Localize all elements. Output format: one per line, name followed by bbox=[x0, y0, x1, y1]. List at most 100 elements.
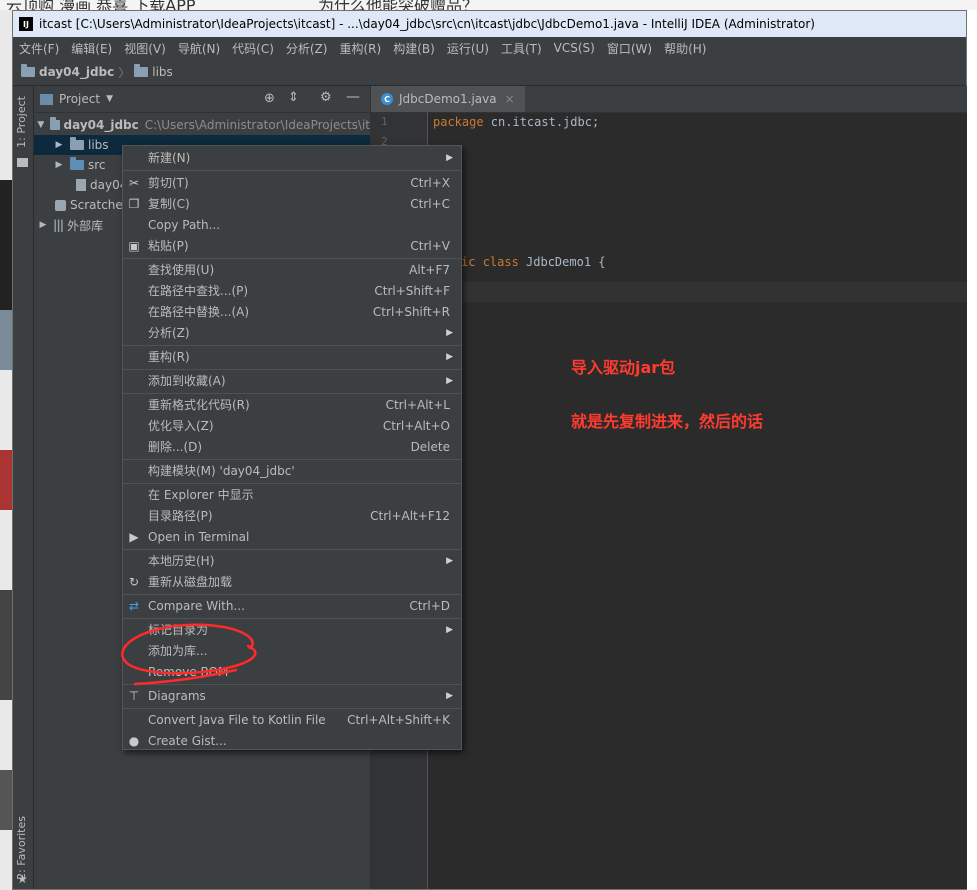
folder-icon bbox=[70, 137, 84, 150]
menu-vcs[interactable]: VCS(S) bbox=[548, 41, 601, 55]
code-keyword: ic bbox=[461, 255, 476, 269]
github-icon: ● bbox=[128, 733, 140, 748]
menu-item-add-to-favorites[interactable]: 添加到收藏(A) ▶ bbox=[123, 370, 461, 391]
submenu-arrow-icon: ▶ bbox=[446, 690, 453, 701]
background-page-header: 云顶购 漫画 恭喜 下载APP 为什么他能突破赠品？ bbox=[0, 0, 977, 10]
menu-refactor[interactable]: 重构(R) bbox=[334, 40, 388, 57]
project-panel-header: Project ▼ ⊕ ⇕ ⚙ — bbox=[34, 86, 370, 113]
menu-item-replace-in-path[interactable]: 在路径中替换...(A) Ctrl+Shift+R bbox=[123, 301, 461, 322]
gear-icon[interactable]: ⚙ bbox=[320, 90, 332, 105]
submenu-arrow-icon: ▶ bbox=[446, 351, 453, 362]
breadcrumb-project[interactable]: day04_jdbc bbox=[39, 65, 114, 79]
cut-icon: ✂ bbox=[128, 175, 140, 190]
menu-item-directory-path[interactable]: 目录路径(P) Ctrl+Alt+F12 bbox=[123, 505, 461, 526]
line-number: 1 bbox=[381, 115, 388, 128]
folder-icon bbox=[17, 158, 28, 167]
menu-tools[interactable]: 工具(T) bbox=[495, 40, 548, 57]
submenu-arrow-icon: ▶ bbox=[446, 152, 453, 163]
menu-item-convert-to-kotlin[interactable]: Convert Java File to Kotlin File Ctrl+Alt… bbox=[123, 709, 461, 730]
breadcrumb: day04_jdbc 〉 libs bbox=[13, 59, 966, 86]
tree-item-label: 外部库 bbox=[67, 218, 104, 233]
menu-build[interactable]: 构建(B) bbox=[387, 40, 441, 57]
breadcrumb-libs[interactable]: libs bbox=[152, 65, 173, 79]
menu-item-cut[interactable]: ✂ 剪切(T) Ctrl+X bbox=[123, 172, 461, 193]
menu-item-create-gist[interactable]: ● Create Gist... bbox=[123, 730, 461, 751]
menu-item-reload-from-disk[interactable]: ↻ 重新从磁盘加载 bbox=[123, 571, 461, 592]
menu-item-refactor[interactable]: 重构(R) ▶ bbox=[123, 346, 461, 367]
background-page-right-edge bbox=[967, 10, 977, 890]
menu-item-remove-bom[interactable]: Remove BOM bbox=[123, 661, 461, 682]
tree-item-label: libs bbox=[88, 138, 109, 152]
collapse-icon[interactable]: ⇕ bbox=[288, 90, 299, 105]
menu-item-find-usages[interactable]: 查找使用(U) Alt+F7 bbox=[123, 259, 461, 280]
menu-item-reformat-code[interactable]: 重新格式化代码(R) Ctrl+Alt+L bbox=[123, 394, 461, 415]
file-icon bbox=[76, 179, 86, 191]
menu-item-delete[interactable]: 删除...(D) Delete bbox=[123, 436, 461, 457]
tree-item-label: Scratche bbox=[70, 198, 123, 212]
menu-item-add-as-library[interactable]: 添加为库... bbox=[123, 640, 461, 661]
code-text: cn.itcast.jdbc; bbox=[483, 115, 600, 129]
chevron-down-icon[interactable]: ▼ bbox=[106, 94, 113, 104]
compare-icon: ⇄ bbox=[128, 598, 140, 613]
submenu-arrow-icon: ▶ bbox=[446, 555, 453, 566]
code-keyword: package bbox=[433, 115, 484, 129]
menu-item-new[interactable]: 新建(N) ▶ bbox=[123, 147, 461, 168]
scratches-icon bbox=[55, 199, 66, 211]
project-view-selector[interactable]: Project bbox=[59, 92, 100, 106]
close-icon[interactable]: × bbox=[505, 92, 515, 106]
menu-window[interactable]: 窗口(W) bbox=[601, 40, 658, 57]
menu-item-analyze[interactable]: 分析(Z) ▶ bbox=[123, 322, 461, 343]
expand-arrow-icon[interactable]: ▶ bbox=[52, 140, 66, 150]
menu-item-copy[interactable]: ❐ 复制(C) Ctrl+C bbox=[123, 193, 461, 214]
menu-item-build-module[interactable]: 构建模块(M) 'day04_jdbc' bbox=[123, 460, 461, 481]
menu-item-diagrams[interactable]: ⊤ Diagrams ▶ bbox=[123, 685, 461, 706]
tree-item-scratches[interactable]: Scratche bbox=[34, 195, 123, 215]
tree-item-project[interactable]: ▼ day04_jdbc C:\Users\Administrator\Idea… bbox=[34, 115, 370, 135]
tree-item-iml[interactable]: day04 bbox=[34, 175, 127, 195]
code-text: JdbcDemo1 { bbox=[518, 255, 606, 269]
menu-run[interactable]: 运行(U) bbox=[441, 40, 495, 57]
project-tool-tab[interactable]: 1: Project bbox=[15, 96, 28, 148]
context-menu: 新建(N) ▶ ✂ 剪切(T) Ctrl+X ❐ 复制(C) Ctrl+C Copy Pa… bbox=[122, 145, 462, 750]
menu-help[interactable]: 帮助(H) bbox=[658, 40, 712, 57]
tree-item-label: day04_jdbc bbox=[63, 118, 139, 132]
menu-file[interactable]: 文件(F) bbox=[13, 40, 65, 57]
menu-item-copy-path[interactable]: Copy Path... bbox=[123, 214, 461, 235]
chevron-right-icon: 〉 bbox=[118, 65, 131, 80]
star-icon: ★ bbox=[17, 872, 28, 886]
menu-item-paste[interactable]: ▣ 粘贴(P) Ctrl+V bbox=[123, 235, 461, 256]
library-icon: ||| bbox=[53, 218, 64, 232]
tree-item-label: src bbox=[88, 158, 106, 172]
editor-tab-jdbcdemo1[interactable]: C JdbcDemo1.java × bbox=[371, 86, 525, 112]
menu-view[interactable]: 视图(V) bbox=[118, 40, 172, 57]
diagram-icon: ⊤ bbox=[128, 688, 140, 703]
editor-tab-label: JdbcDemo1.java bbox=[399, 92, 497, 106]
paste-icon: ▣ bbox=[128, 238, 140, 253]
expand-arrow-icon[interactable]: ▼ bbox=[36, 120, 46, 130]
menu-item-show-in-explorer[interactable]: 在 Explorer 中显示 bbox=[123, 484, 461, 505]
menu-edit[interactable]: 编辑(E) bbox=[65, 40, 118, 57]
menu-analyze[interactable]: 分析(Z) bbox=[280, 40, 334, 57]
menu-item-mark-directory-as[interactable]: 标记目录为 ▶ bbox=[123, 619, 461, 640]
tree-item-external-libraries[interactable]: ▶ ||| 外部库 bbox=[34, 215, 104, 235]
menu-item-open-in-terminal[interactable]: ▶ Open in Terminal bbox=[123, 526, 461, 547]
background-text: 云顶购 漫画 恭喜 下载APP bbox=[6, 0, 196, 10]
menu-item-find-in-path[interactable]: 在路径中查找...(P) Ctrl+Shift+F bbox=[123, 280, 461, 301]
left-tool-strip: 1: Project 2: Favorites ★ bbox=[13, 86, 34, 889]
menu-item-local-history[interactable]: 本地历史(H) ▶ bbox=[123, 550, 461, 571]
expand-arrow-icon[interactable]: ▶ bbox=[36, 220, 50, 230]
caret-row-highlight bbox=[428, 282, 967, 302]
menu-navigate[interactable]: 导航(N) bbox=[172, 40, 226, 57]
favorites-tool-tab[interactable]: 2: Favorites bbox=[15, 816, 28, 880]
menu-separator bbox=[123, 170, 461, 171]
expand-arrow-icon[interactable]: ▶ bbox=[52, 160, 66, 170]
code-keyword: class bbox=[482, 255, 519, 269]
hide-icon[interactable]: — bbox=[346, 89, 360, 105]
menu-code[interactable]: 代码(C) bbox=[226, 40, 280, 57]
intellij-icon: IJ bbox=[19, 17, 33, 31]
menu-item-optimize-imports[interactable]: 优化导入(Z) Ctrl+Alt+O bbox=[123, 415, 461, 436]
tree-item-src[interactable]: ▶ src bbox=[34, 155, 106, 175]
locate-icon[interactable]: ⊕ bbox=[264, 91, 275, 106]
menu-item-compare-with[interactable]: ⇄ Compare With... Ctrl+D bbox=[123, 595, 461, 616]
copy-icon: ❐ bbox=[128, 196, 140, 211]
